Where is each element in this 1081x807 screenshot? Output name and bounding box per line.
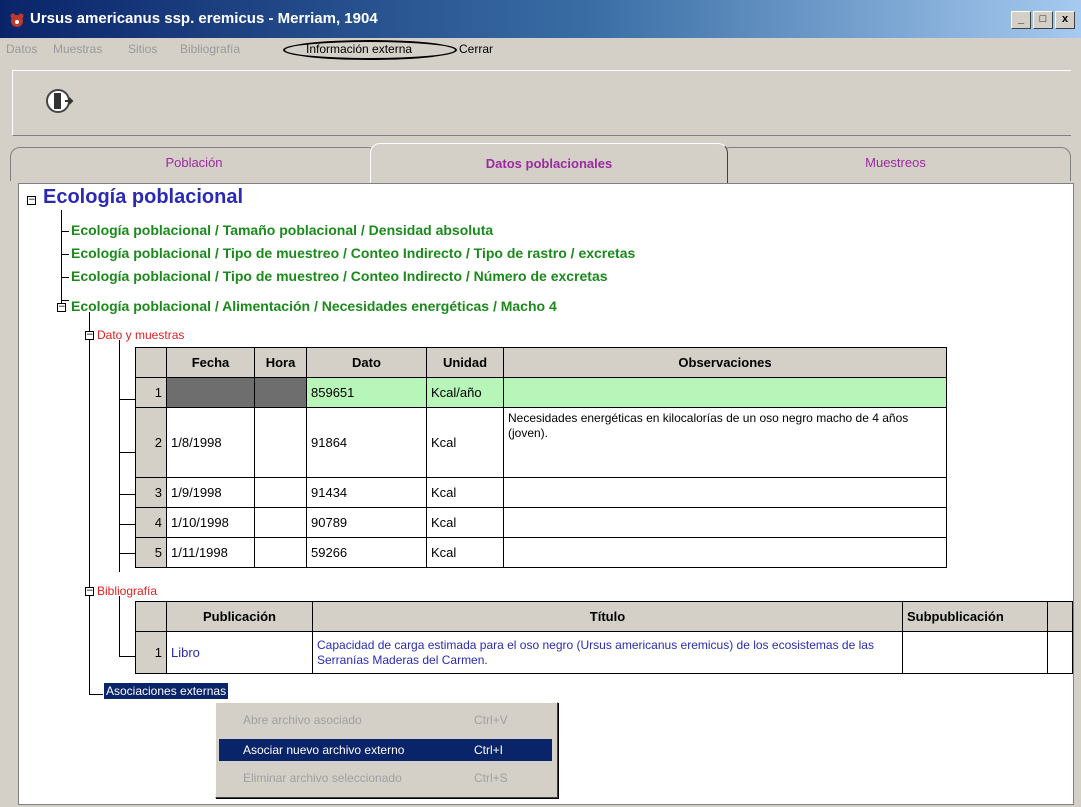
table-row[interactable]: 3 1/9/1998 91434 Kcal (135, 477, 947, 508)
toolbar (12, 70, 1071, 136)
cell-observaciones[interactable] (503, 377, 947, 408)
section-dato-muestras[interactable]: Dato y muestras (97, 328, 184, 342)
col-header-dato[interactable]: Dato (306, 347, 427, 378)
col-header-publicacion[interactable]: Publicación (166, 601, 313, 632)
menu-bibliografia[interactable]: Bibliografía (180, 42, 240, 56)
tree-path-numero-excretas[interactable]: Ecología poblacional / Tipo de muestreo … (71, 268, 608, 284)
table-corner (135, 347, 167, 378)
cell-hora[interactable] (254, 537, 307, 568)
cell-hora[interactable] (254, 507, 307, 538)
cell-fecha[interactable]: 1/8/1998 (166, 407, 255, 478)
cell-fecha[interactable]: 1/11/1998 (166, 537, 255, 568)
tree-root[interactable]: Ecología poblacional (43, 186, 243, 209)
cell-publicacion[interactable]: Libro (166, 631, 313, 674)
table-row[interactable]: 5 1/11/1998 59266 Kcal (135, 537, 947, 568)
cell-extra[interactable] (1047, 631, 1073, 674)
cell-dato[interactable]: 859651 (306, 377, 427, 408)
table-row[interactable]: 2 1/8/1998 91864 Kcal Necesidades energé… (135, 407, 947, 478)
row-number: 5 (135, 537, 167, 568)
cell-hora[interactable] (254, 407, 307, 478)
tree-path-tipo-rastro[interactable]: Ecología poblacional / Tipo de muestreo … (71, 245, 635, 261)
menu-item-abre-archivo[interactable]: Abre archivo asociado Ctrl+V (219, 709, 552, 731)
tree-path-macho-4[interactable]: Ecología poblacional / Alimentación / Ne… (71, 298, 557, 314)
data-table: Fecha Hora Dato Unidad Observaciones 1 8… (135, 347, 947, 568)
cell-dato[interactable]: 91434 (306, 477, 427, 508)
cell-unidad[interactable]: Kcal (426, 407, 504, 478)
menu-item-label: Asociar nuevo archivo externo (243, 743, 405, 757)
menu-item-label: Abre archivo asociado (243, 713, 362, 727)
cell-fecha[interactable]: 1/9/1998 (166, 477, 255, 508)
tab-muestreos[interactable]: Muestreos (720, 147, 1071, 181)
section-bibliografia[interactable]: Bibliografía (97, 584, 157, 598)
cell-observaciones[interactable] (503, 537, 947, 568)
col-header-subpublicacion[interactable]: Subpublicación (902, 601, 1048, 632)
menu-item-shortcut: Ctrl+S (474, 771, 508, 785)
menu-sitios[interactable]: Sitios (128, 42, 157, 56)
col-header-unidad[interactable]: Unidad (426, 347, 504, 378)
row-number: 2 (135, 407, 167, 478)
table-row[interactable]: 1 859651 Kcal/año (135, 377, 947, 408)
cell-hora[interactable] (254, 477, 307, 508)
cell-unidad[interactable]: Kcal (426, 537, 504, 568)
cell-unidad[interactable]: Kcal (426, 507, 504, 538)
collapse-icon[interactable]: − (85, 587, 94, 596)
title-bar: Ursus americanus ssp. eremicus - Merriam… (0, 0, 1081, 38)
collapse-icon[interactable]: − (57, 303, 66, 312)
menu-bar: Datos Muestras Sitios Bibliografía Infor… (0, 38, 1081, 62)
collapse-icon[interactable]: − (27, 196, 36, 205)
menu-item-label: Eliminar archivo seleccionado (243, 771, 402, 785)
tab-datos-poblacionales[interactable]: Datos poblacionales (370, 143, 728, 183)
col-header-observaciones[interactable]: Observaciones (503, 347, 947, 378)
exit-door-icon[interactable] (45, 85, 75, 117)
tree-path-densidad[interactable]: Ecología poblacional / Tamaño poblaciona… (71, 222, 493, 238)
cell-subpublicacion[interactable] (902, 631, 1048, 674)
collapse-icon[interactable]: − (85, 331, 94, 340)
col-header-titulo[interactable]: Título (312, 601, 903, 632)
maximize-button[interactable]: □ (1033, 11, 1053, 29)
tab-poblacion[interactable]: Población (10, 147, 378, 181)
menu-item-eliminar-archivo[interactable]: Eliminar archivo seleccionado Ctrl+S (219, 767, 552, 789)
table-row[interactable]: 4 1/10/1998 90789 Kcal (135, 507, 947, 538)
window-title: Ursus americanus ssp. eremicus - Merriam… (30, 10, 378, 27)
cell-hora[interactable] (254, 377, 307, 408)
cell-observaciones[interactable]: Necesidades energéticas en kilocalorías … (503, 407, 947, 478)
cell-fecha[interactable]: 1/10/1998 (166, 507, 255, 538)
cell-observaciones[interactable] (503, 507, 947, 538)
cell-unidad[interactable]: Kcal/año (426, 377, 504, 408)
table-row[interactable]: 1 Libro Capacidad de carga estimada para… (135, 631, 1073, 674)
cell-dato[interactable]: 59266 (306, 537, 427, 568)
row-number: 1 (135, 377, 167, 408)
col-header-extra (1047, 601, 1073, 632)
row-number: 3 (135, 477, 167, 508)
menu-item-shortcut: Ctrl+I (474, 743, 504, 757)
cell-observaciones[interactable] (503, 477, 947, 508)
tab-strip: Población Datos poblacionales Muestreos (10, 143, 1071, 183)
col-header-hora[interactable]: Hora (254, 347, 307, 378)
menu-datos[interactable]: Datos (6, 42, 37, 56)
menu-item-shortcut: Ctrl+V (474, 713, 508, 727)
menu-muestras[interactable]: Muestras (53, 42, 102, 56)
cell-dato[interactable]: 91864 (306, 407, 427, 478)
cell-unidad[interactable]: Kcal (426, 477, 504, 508)
minimize-button[interactable]: _ (1011, 11, 1031, 29)
cell-dato[interactable]: 90789 (306, 507, 427, 538)
highlight-ellipse (283, 40, 457, 60)
col-header-fecha[interactable]: Fecha (166, 347, 255, 378)
context-menu: Abre archivo asociado Ctrl+V Asociar nue… (215, 702, 558, 798)
app-icon (10, 13, 24, 27)
table-corner (135, 601, 167, 632)
menu-cerrar[interactable]: Cerrar (459, 42, 493, 56)
menu-item-asociar-nuevo[interactable]: Asociar nuevo archivo externo Ctrl+I (219, 739, 552, 761)
cell-titulo[interactable]: Capacidad de carga estimada para el oso … (312, 631, 903, 674)
row-number: 1 (135, 631, 167, 674)
close-button[interactable]: x (1055, 11, 1075, 29)
section-asociaciones-externas[interactable]: Asociaciones externas (104, 683, 229, 699)
row-number: 4 (135, 507, 167, 538)
cell-fecha[interactable] (166, 377, 255, 408)
biblio-table: Publicación Título Subpublicación 1 Libr… (135, 601, 1073, 674)
